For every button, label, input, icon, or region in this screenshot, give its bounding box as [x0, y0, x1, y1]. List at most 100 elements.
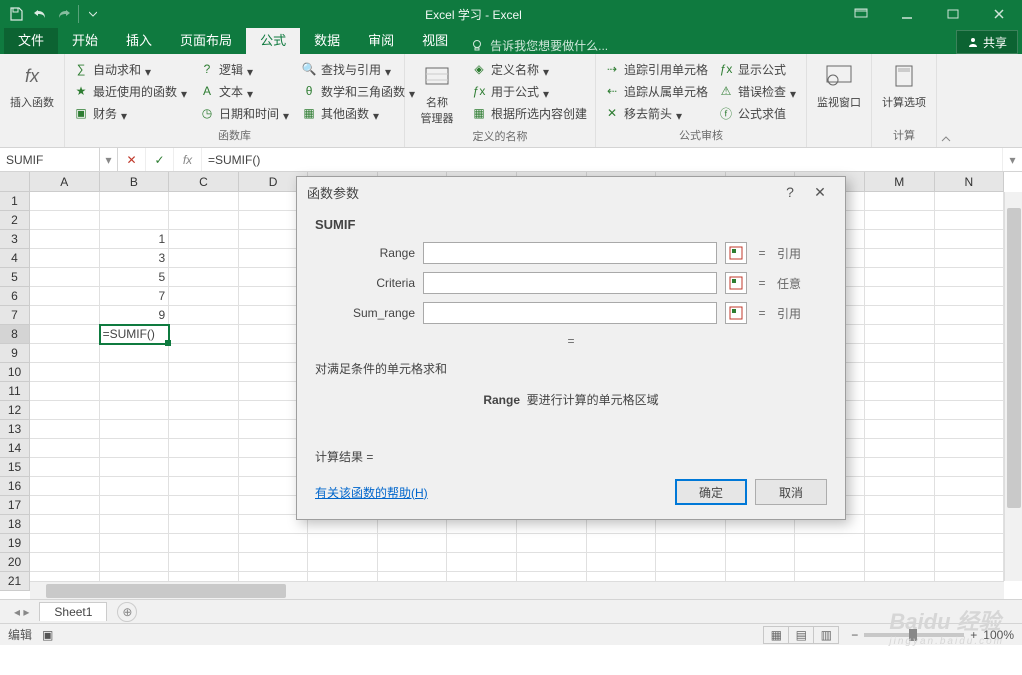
cell-N21[interactable] — [935, 572, 1004, 581]
cell-E19[interactable] — [308, 534, 378, 553]
cell-N19[interactable] — [935, 534, 1004, 553]
row-header-20[interactable]: 20 — [0, 553, 29, 572]
horizontal-scrollbar[interactable] — [30, 581, 1004, 599]
cell-C14[interactable] — [169, 439, 239, 458]
dialog-close-button[interactable]: ✕ — [805, 184, 835, 201]
cell-N14[interactable] — [935, 439, 1004, 458]
row-header-3[interactable]: 3 — [0, 230, 29, 249]
cell-B8[interactable]: =SUMIF() — [100, 325, 170, 344]
row-header-13[interactable]: 13 — [0, 420, 29, 439]
minimize-icon[interactable] — [884, 0, 930, 28]
calc-options-button[interactable]: 计算选项 — [880, 58, 928, 110]
normal-view-button[interactable]: ▦ — [763, 626, 789, 644]
trace-dependents-button[interactable]: ⇠追踪从属单元格 — [604, 80, 708, 102]
cell-G19[interactable] — [447, 534, 517, 553]
cell-E21[interactable] — [308, 572, 378, 581]
recent-button[interactable]: ★最近使用的函数 ▾ — [73, 80, 189, 102]
cell-M19[interactable] — [865, 534, 935, 553]
cell-B14[interactable] — [100, 439, 170, 458]
datetime-button[interactable]: ◷日期和时间 ▾ — [199, 102, 291, 124]
cell-A14[interactable] — [30, 439, 100, 458]
lookup-button[interactable]: 🔍查找与引用 ▾ — [301, 58, 417, 80]
cell-A19[interactable] — [30, 534, 100, 553]
collapse-ribbon-button[interactable] — [937, 135, 955, 147]
dialog-help-button[interactable]: ? — [775, 184, 805, 200]
cell-A5[interactable] — [30, 268, 100, 287]
select-all-corner[interactable] — [0, 172, 30, 192]
cell-J21[interactable] — [656, 572, 726, 581]
row-header-17[interactable]: 17 — [0, 496, 29, 515]
cell-J19[interactable] — [656, 534, 726, 553]
cell-A12[interactable] — [30, 401, 100, 420]
row-header-8[interactable]: 8 — [0, 325, 29, 344]
cell-N10[interactable] — [935, 363, 1004, 382]
save-icon[interactable] — [4, 2, 28, 26]
tab-home[interactable]: 开始 — [58, 28, 112, 54]
cell-I21[interactable] — [587, 572, 657, 581]
range-picker-button[interactable] — [725, 242, 747, 264]
cell-N3[interactable] — [935, 230, 1004, 249]
cell-C17[interactable] — [169, 496, 239, 515]
cell-D19[interactable] — [239, 534, 309, 553]
cell-C9[interactable] — [169, 344, 239, 363]
row-header-18[interactable]: 18 — [0, 515, 29, 534]
sheet-nav[interactable]: ◂ ▸ — [6, 605, 37, 619]
cell-A9[interactable] — [30, 344, 100, 363]
cell-M18[interactable] — [865, 515, 935, 534]
row-header-11[interactable]: 11 — [0, 382, 29, 401]
cell-M6[interactable] — [865, 287, 935, 306]
cell-B15[interactable] — [100, 458, 170, 477]
sheet-tab-1[interactable]: Sheet1 — [39, 602, 107, 621]
cell-H19[interactable] — [517, 534, 587, 553]
column-header-A[interactable]: A — [30, 172, 100, 191]
cell-C19[interactable] — [169, 534, 239, 553]
cell-A21[interactable] — [30, 572, 100, 581]
cell-A17[interactable] — [30, 496, 100, 515]
cell-M2[interactable] — [865, 211, 935, 230]
cell-M20[interactable] — [865, 553, 935, 572]
cell-N15[interactable] — [935, 458, 1004, 477]
cell-M15[interactable] — [865, 458, 935, 477]
add-sheet-button[interactable]: ⊕ — [117, 602, 137, 622]
cell-N9[interactable] — [935, 344, 1004, 363]
define-name-button[interactable]: ◈定义名称 ▾ — [471, 58, 587, 80]
column-header-B[interactable]: B — [100, 172, 170, 191]
page-layout-view-button[interactable]: ▤ — [788, 626, 814, 644]
cell-B4[interactable]: 3 — [100, 249, 170, 268]
close-icon[interactable] — [976, 0, 1022, 28]
row-header-4[interactable]: 4 — [0, 249, 29, 268]
cell-B21[interactable] — [100, 572, 170, 581]
cell-B13[interactable] — [100, 420, 170, 439]
tab-data[interactable]: 数据 — [300, 28, 354, 54]
cell-A20[interactable] — [30, 553, 100, 572]
cell-C11[interactable] — [169, 382, 239, 401]
cell-J20[interactable] — [656, 553, 726, 572]
cell-A18[interactable] — [30, 515, 100, 534]
range-picker-button[interactable] — [725, 272, 747, 294]
cell-C20[interactable] — [169, 553, 239, 572]
cell-F21[interactable] — [378, 572, 448, 581]
cell-C12[interactable] — [169, 401, 239, 420]
more-button[interactable]: ▦其他函数 ▾ — [301, 102, 417, 124]
cell-M3[interactable] — [865, 230, 935, 249]
page-break-view-button[interactable]: ▥ — [813, 626, 839, 644]
cell-C6[interactable] — [169, 287, 239, 306]
confirm-formula-button[interactable]: ✓ — [146, 148, 174, 171]
cell-A7[interactable] — [30, 306, 100, 325]
qat-customize-icon[interactable] — [81, 2, 105, 26]
column-header-N[interactable]: N — [935, 172, 1005, 191]
cell-C2[interactable] — [169, 211, 239, 230]
cell-A4[interactable] — [30, 249, 100, 268]
show-formulas-button[interactable]: ƒx显示公式 — [718, 58, 798, 80]
insert-function-fx-button[interactable]: fx — [174, 148, 202, 171]
cell-M13[interactable] — [865, 420, 935, 439]
cell-M14[interactable] — [865, 439, 935, 458]
range-picker-button[interactable] — [725, 302, 747, 324]
cell-A3[interactable] — [30, 230, 100, 249]
text-button[interactable]: A文本 ▾ — [199, 80, 291, 102]
cell-B12[interactable] — [100, 401, 170, 420]
cell-C8[interactable] — [169, 325, 239, 344]
maximize-icon[interactable] — [930, 0, 976, 28]
cell-I19[interactable] — [587, 534, 657, 553]
ok-button[interactable]: 确定 — [675, 479, 747, 505]
